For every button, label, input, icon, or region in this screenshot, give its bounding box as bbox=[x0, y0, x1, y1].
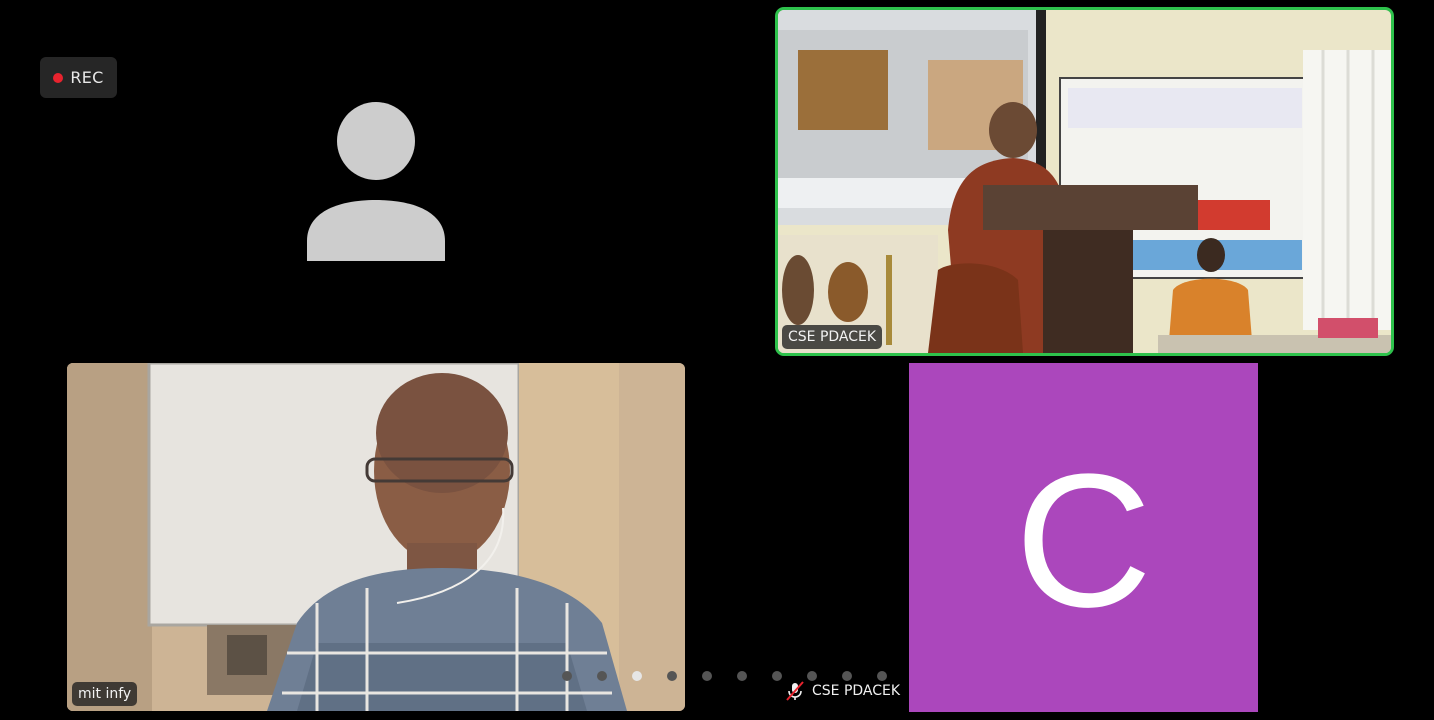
speaker-video-feed bbox=[778, 10, 1391, 353]
participant-name-tag-muted: CSE PDACEK bbox=[784, 680, 900, 702]
participant-name-tag: CSE PDACEK bbox=[782, 325, 883, 349]
page-dot-active[interactable] bbox=[632, 671, 642, 681]
page-dot[interactable] bbox=[667, 671, 677, 681]
page-dot[interactable] bbox=[737, 671, 747, 681]
user-avatar-icon bbox=[307, 102, 445, 261]
page-dot[interactable] bbox=[772, 671, 782, 681]
participant-name: CSE PDACEK bbox=[812, 683, 901, 699]
video-tile-mit-infy[interactable]: mit infy bbox=[67, 363, 685, 711]
record-dot-icon bbox=[53, 72, 64, 83]
video-tile-speaker[interactable]: CSE PDACEK bbox=[775, 7, 1394, 356]
recording-label: REC bbox=[70, 68, 104, 87]
video-tile-avatar-c[interactable]: C bbox=[909, 363, 1258, 712]
avatar-initial: C bbox=[1014, 434, 1153, 647]
mit-video-feed bbox=[67, 363, 685, 711]
page-dot[interactable] bbox=[562, 671, 572, 681]
page-dot[interactable] bbox=[597, 671, 607, 681]
recording-indicator: REC bbox=[40, 57, 117, 98]
mic-off-icon bbox=[786, 681, 804, 701]
page-dot[interactable] bbox=[702, 671, 712, 681]
participant-name-tag: mit infy bbox=[72, 682, 138, 706]
